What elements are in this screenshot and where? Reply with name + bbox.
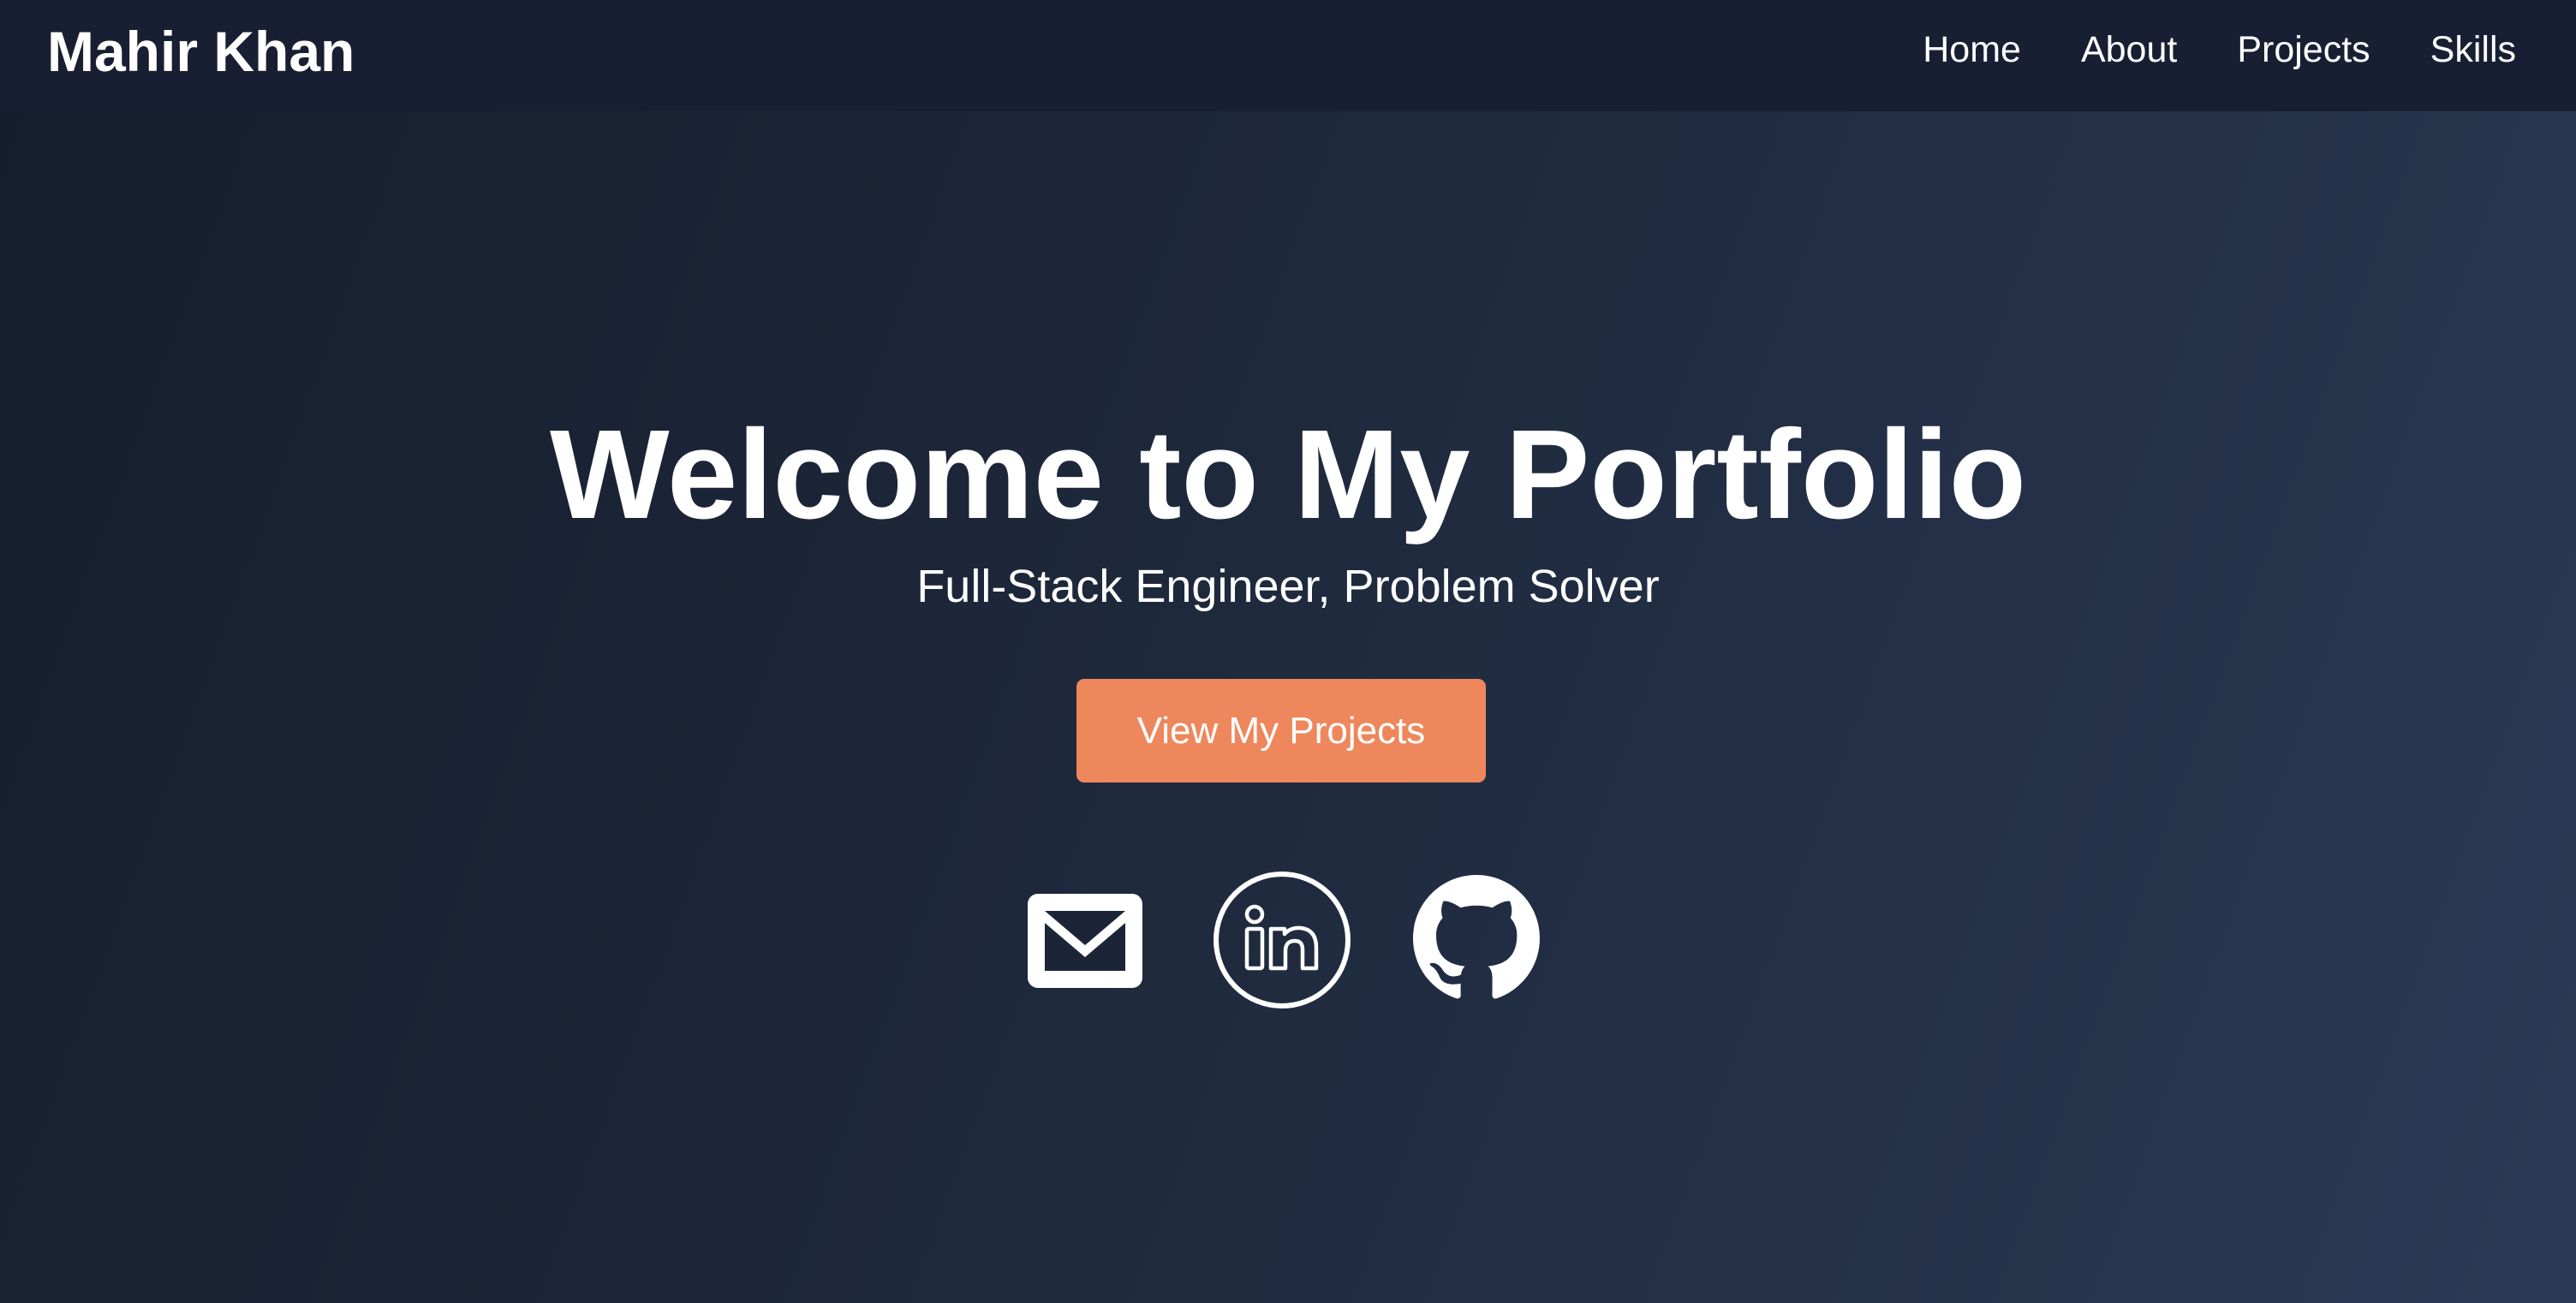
github-link[interactable] bbox=[1413, 875, 1540, 1002]
hero-subtitle: Full-Stack Engineer, Problem Solver bbox=[916, 561, 1660, 612]
view-projects-button[interactable]: View My Projects bbox=[1076, 679, 1486, 782]
mail-icon bbox=[1028, 894, 1142, 988]
email-link[interactable] bbox=[1028, 894, 1142, 988]
nav-link-home[interactable]: Home bbox=[1923, 29, 2021, 70]
nav-item-skills: Skills bbox=[2430, 26, 2516, 74]
hero-title: Welcome to My Portfolio bbox=[549, 404, 2027, 545]
github-icon bbox=[1413, 875, 1540, 999]
nav-item-home: Home bbox=[1923, 26, 2021, 74]
hero-section: Welcome to My Portfolio Full-Stack Engin… bbox=[0, 111, 2576, 1303]
navbar: Mahir Khan Home About Projects Skills bbox=[0, 0, 2576, 111]
nav-link-projects[interactable]: Projects bbox=[2237, 29, 2370, 70]
nav-link-skills[interactable]: Skills bbox=[2430, 29, 2516, 70]
linkedin-link[interactable] bbox=[1213, 871, 1351, 1009]
nav-item-projects: Projects bbox=[2237, 26, 2370, 74]
nav-link-about[interactable]: About bbox=[2081, 29, 2177, 70]
linkedin-icon bbox=[1213, 872, 1351, 1008]
nav-item-about: About bbox=[2081, 26, 2177, 74]
nav-links: Home About Projects Skills bbox=[1923, 26, 2516, 74]
site-brand[interactable]: Mahir Khan bbox=[47, 19, 355, 84]
